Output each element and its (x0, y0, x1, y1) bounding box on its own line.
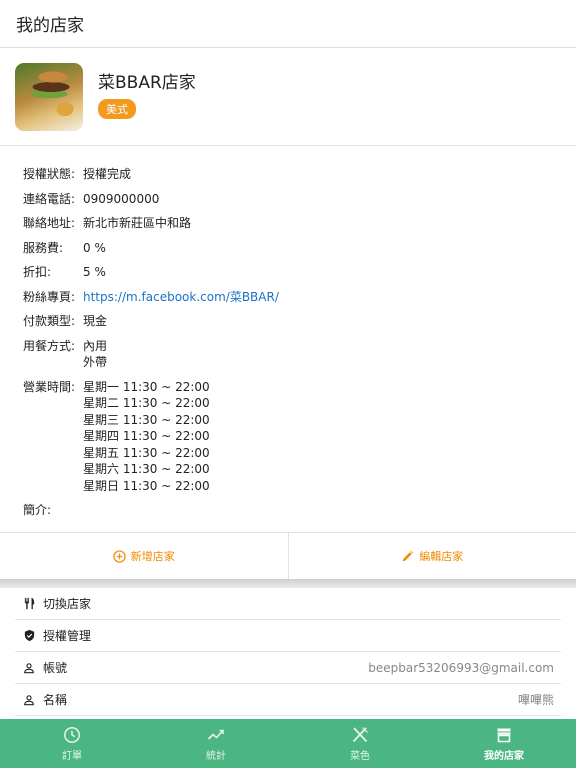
detail-row-payment: 付款類型: 現金 (23, 313, 576, 330)
top-bar: 我的店家 (0, 0, 576, 48)
detail-label: 簡介: (23, 503, 52, 517)
detail-row-discount: 折扣: 5 % (23, 264, 576, 281)
tab-statistics[interactable]: 統計 (144, 719, 288, 768)
menu-item-value: 嗶嗶熊 (517, 693, 554, 707)
detail-label: 付款類型: (23, 314, 76, 328)
hours-line: 星期三 11:30 ~ 22:00 (83, 412, 210, 427)
detail-label: 折扣: (23, 265, 52, 279)
add-shop-button[interactable]: 新增店家 (0, 533, 288, 579)
detail-label: 用餐方式: (23, 338, 76, 353)
detail-row-phone: 連絡電話: 0909000000 (23, 191, 576, 208)
hours-line: 星期一 11:30 ~ 22:00 (83, 379, 210, 394)
hours-line: 星期日 11:30 ~ 22:00 (83, 478, 210, 493)
shop-name: 菜BBAR店家 (98, 73, 196, 93)
tab-label: 菜色 (350, 750, 370, 762)
menu-item-label: 名稱 (43, 693, 68, 707)
hours-line: 星期六 11:30 ~ 22:00 (83, 462, 210, 476)
dining-option: 外帶 (83, 355, 108, 369)
detail-label: 聯絡地址: (23, 216, 76, 230)
detail-label: 營業時間: (23, 379, 76, 394)
detail-value: 授權完成 (83, 167, 132, 181)
detail-value: 新北市新莊區中和路 (83, 216, 192, 230)
detail-value: 5 % (83, 265, 106, 279)
menu-item-switch-shop[interactable]: 切換店家 (15, 588, 561, 620)
edit-shop-button[interactable]: 編輯店家 (287, 533, 576, 579)
detail-row-service-fee: 服務費: 0 % (23, 240, 576, 257)
bottom-tab-bar: 訂單 統計 菜色 我的店家 (0, 719, 576, 768)
detail-label: 粉絲專頁: (23, 289, 76, 304)
tab-label: 訂單 (62, 750, 82, 762)
detail-value: 0909000000 (83, 191, 160, 206)
tab-my-shop[interactable]: 我的店家 (432, 719, 576, 768)
detail-row-auth-status: 授權狀態: 授權完成 (23, 166, 576, 183)
page-title: 我的店家 (16, 16, 84, 36)
hours-line: 星期五 11:30 ~ 22:00 (83, 445, 210, 460)
detail-row-dining: 用餐方式: 內用 外帶 (23, 338, 576, 371)
user-icon (22, 661, 36, 675)
detail-value (83, 502, 576, 519)
section-divider (0, 579, 576, 588)
settings-list: 切換店家 授權管理 帳號 beepbar53206993@gmail.com 名… (0, 588, 576, 716)
cuisine-badge: 美式 (98, 99, 136, 119)
store-icon (497, 728, 511, 742)
user-icon (22, 693, 36, 707)
pencil-icon (403, 550, 414, 561)
detail-row-intro: 簡介: (23, 502, 576, 519)
menu-item-label: 帳號 (43, 661, 68, 675)
detail-row-address: 聯絡地址: 新北市新莊區中和路 (23, 215, 576, 232)
trend-icon (207, 729, 224, 740)
detail-row-fanpage: 粉絲專頁: https://m.facebook.com/菜BBAR/ (23, 289, 576, 306)
menu-item-account[interactable]: 帳號 beepbar53206993@gmail.com (15, 652, 561, 684)
menu-item-label: 授權管理 (43, 629, 92, 643)
detail-value: 0 % (83, 240, 106, 255)
clock-icon (64, 726, 80, 743)
tab-dishes[interactable]: 菜色 (288, 719, 432, 768)
menu-item-label: 切換店家 (43, 597, 92, 611)
utensils-icon (22, 597, 36, 611)
detail-label: 服務費: (23, 240, 64, 255)
tab-label: 統計 (206, 750, 226, 762)
fork-knife-icon (352, 726, 368, 742)
hours-line: 星期四 11:30 ~ 22:00 (83, 429, 210, 443)
plus-circle-icon (113, 549, 126, 563)
detail-label: 授權狀態: (23, 167, 76, 181)
menu-item-value: beepbar53206993@gmail.com (368, 660, 554, 675)
tab-orders[interactable]: 訂單 (0, 719, 144, 768)
detail-label: 連絡電話: (23, 191, 76, 206)
shop-thumbnail-image (15, 62, 83, 131)
shop-actions: 新增店家 編輯店家 (0, 532, 576, 579)
shield-icon (22, 629, 36, 643)
detail-value: 現金 (83, 314, 108, 328)
menu-item-name[interactable]: 名稱 嗶嗶熊 (15, 684, 561, 716)
tab-label: 我的店家 (484, 750, 524, 762)
edit-shop-label: 編輯店家 (419, 550, 464, 563)
add-shop-label: 新增店家 (130, 550, 175, 563)
shop-details: 授權狀態: 授權完成 連絡電話: 0909000000 聯絡地址: 新北市新莊區… (0, 146, 576, 519)
detail-row-hours: 營業時間: 星期一 11:30 ~ 22:00 星期二 11:30 ~ 22:0… (23, 379, 576, 495)
fanpage-link[interactable]: https://m.facebook.com/菜BBAR/ (83, 290, 279, 304)
dining-option: 內用 (83, 338, 108, 353)
shop-summary: 菜BBAR店家 美式 (0, 48, 576, 146)
shop-info: 菜BBAR店家 美式 (98, 73, 196, 119)
hours-line: 星期二 11:30 ~ 22:00 (83, 396, 210, 410)
menu-item-auth-management[interactable]: 授權管理 (15, 620, 561, 652)
